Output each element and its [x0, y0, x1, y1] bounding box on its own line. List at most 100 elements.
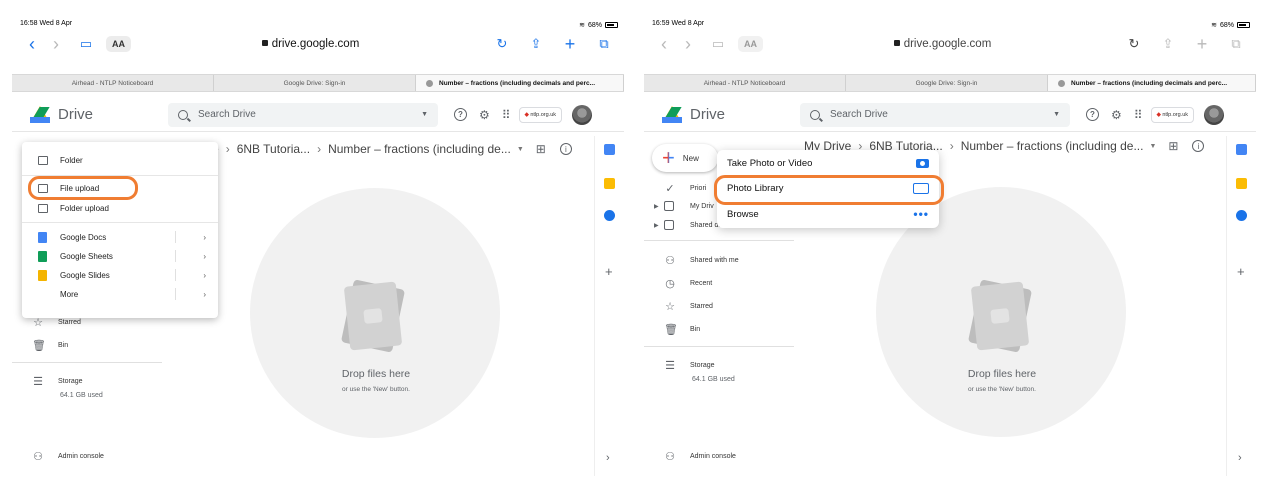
search-options-icon[interactable]: ▼: [421, 111, 428, 118]
forward-icon[interactable]: ›: [676, 34, 700, 54]
search-input[interactable]: Search Drive ▼: [800, 102, 1070, 127]
menu-item-google-sheets[interactable]: Google Sheets ›: [38, 248, 206, 264]
info-icon[interactable]: i: [559, 143, 572, 155]
apps-grid-icon[interactable]: ⠿: [502, 108, 511, 122]
chevron-right-icon: ›: [203, 251, 206, 261]
calendar-icon[interactable]: [1236, 144, 1247, 155]
menu-item-folder[interactable]: Folder: [38, 152, 206, 168]
breadcrumb-item[interactable]: 6NB Tutoria...: [237, 142, 310, 156]
reader-aa-button[interactable]: AA: [738, 36, 763, 52]
priority-check-icon: ✓: [665, 182, 675, 195]
search-options-icon[interactable]: ▼: [1053, 111, 1060, 118]
reload-icon[interactable]: ↻: [490, 34, 514, 54]
address-bar[interactable]: drive.google.com: [131, 38, 490, 50]
chevron-right-icon: ›: [203, 270, 206, 280]
new-tab-icon[interactable]: +: [558, 34, 582, 54]
help-icon[interactable]: ?: [1086, 108, 1099, 121]
keep-icon[interactable]: [604, 178, 615, 189]
reader-aa-button[interactable]: AA: [106, 36, 131, 52]
tab-number-fractions[interactable]: Number – fractions (including decimals a…: [1048, 75, 1256, 91]
apps-grid-icon[interactable]: ⠿: [1134, 108, 1143, 122]
nav-bin[interactable]: 🗑 Bin: [664, 321, 700, 337]
org-badge[interactable]: ◆ ntlp.org.uk: [1150, 106, 1195, 123]
expand-icon[interactable]: ▶: [654, 222, 659, 229]
lock-icon: [893, 40, 900, 46]
browser-tabs: Airhead - NTLP Noticeboard Google Drive:…: [644, 74, 1256, 92]
org-badge[interactable]: ◆ ntlp.org.uk: [518, 106, 563, 123]
close-tab-icon[interactable]: [426, 79, 433, 87]
storage-icon: ☰: [33, 375, 43, 388]
tabs-icon[interactable]: ⧉: [592, 34, 616, 54]
tasks-icon[interactable]: [1236, 210, 1247, 221]
wifi-icon: ≋: [1211, 22, 1217, 29]
highlight-ring: [714, 175, 944, 205]
nav-storage[interactable]: ☰ Storage: [32, 373, 82, 389]
nav-admin-console[interactable]: ⚇ Admin console: [664, 448, 736, 464]
back-icon[interactable]: ‹: [652, 34, 676, 54]
bin-icon: 🗑: [32, 339, 46, 352]
app-name: Drive: [58, 106, 94, 123]
back-icon[interactable]: ‹: [20, 34, 44, 54]
camera-icon: [916, 158, 929, 168]
folder-upload-icon: [38, 203, 48, 213]
tab-drive-signin[interactable]: Google Drive: Sign-in: [846, 75, 1048, 91]
bin-icon: 🗑: [664, 323, 678, 336]
tab-airhead[interactable]: Airhead - NTLP Noticeboard: [12, 75, 214, 91]
avatar[interactable]: [1204, 104, 1225, 125]
option-browse[interactable]: Browse •••: [727, 205, 929, 223]
calendar-icon[interactable]: [604, 144, 615, 155]
keep-icon[interactable]: [1236, 178, 1247, 189]
address-bar[interactable]: drive.google.com: [763, 38, 1122, 50]
breadcrumb-current[interactable]: Number – fractions (including de...: [961, 139, 1144, 153]
tasks-icon[interactable]: [604, 210, 615, 221]
settings-gear-icon[interactable]: ⚙: [1111, 108, 1122, 122]
more-dots-icon: •••: [913, 207, 929, 221]
nav-storage[interactable]: ☰ Storage: [664, 357, 714, 373]
add-addon-icon[interactable]: +: [1237, 264, 1245, 279]
help-icon[interactable]: ?: [454, 108, 467, 121]
info-icon[interactable]: i: [1192, 140, 1205, 152]
nav-bin[interactable]: 🗑 Bin: [32, 337, 68, 353]
nav-admin-console[interactable]: ⚇ Admin console: [32, 448, 104, 464]
expand-icon[interactable]: ▶: [654, 203, 659, 210]
reload-icon[interactable]: ↻: [1122, 34, 1146, 54]
option-take-photo[interactable]: Take Photo or Video: [727, 154, 929, 172]
storage-used: 64.1 GB used: [60, 392, 103, 399]
avatar[interactable]: [572, 104, 593, 125]
chevron-down-icon[interactable]: ▼: [517, 146, 524, 153]
share-icon[interactable]: ⇪: [1156, 34, 1180, 54]
chevron-right-icon[interactable]: ›: [1238, 452, 1242, 464]
chevron-down-icon[interactable]: ▼: [1149, 143, 1156, 150]
star-icon: ☆: [665, 300, 675, 313]
tab-airhead[interactable]: Airhead - NTLP Noticeboard: [644, 75, 846, 91]
nav-recent[interactable]: ◷ Recent: [664, 275, 712, 291]
bookmarks-icon[interactable]: ▭: [74, 34, 98, 54]
search-input[interactable]: Search Drive ▼: [168, 102, 438, 127]
nav-starred[interactable]: ☆ Starred: [664, 298, 713, 314]
add-addon-icon[interactable]: +: [605, 264, 613, 279]
grid-view-icon[interactable]: ⊞: [536, 142, 546, 156]
forward-icon[interactable]: ›: [44, 34, 68, 54]
new-button[interactable]: + New: [652, 144, 718, 172]
status-bar: 16:59 Wed 8 Apr ≋ 68%: [644, 16, 1256, 30]
menu-item-google-slides[interactable]: Google Slides ›: [38, 267, 206, 283]
menu-item-google-docs[interactable]: Google Docs ›: [38, 229, 206, 245]
nav-priority[interactable]: ✓ Priori: [664, 180, 706, 196]
settings-gear-icon[interactable]: ⚙: [479, 108, 490, 122]
new-tab-icon[interactable]: +: [1190, 34, 1214, 54]
tab-drive-signin[interactable]: Google Drive: Sign-in: [214, 75, 416, 91]
menu-item-folder-upload[interactable]: Folder upload: [38, 200, 206, 216]
grid-view-icon[interactable]: ⊞: [1168, 139, 1178, 153]
share-icon[interactable]: ⇪: [524, 34, 548, 54]
tab-number-fractions[interactable]: Number – fractions (including decimals a…: [416, 75, 624, 91]
bookmarks-icon[interactable]: ▭: [706, 34, 730, 54]
tabs-icon[interactable]: ⧉: [1224, 34, 1248, 54]
menu-item-more[interactable]: More ›: [38, 286, 206, 302]
nav-shared-with-me[interactable]: ⚇ Shared with me: [664, 252, 739, 268]
lock-icon: [261, 40, 268, 46]
new-menu: Folder File upload Folder upload Google …: [22, 142, 218, 318]
chevron-right-icon[interactable]: ›: [606, 452, 610, 464]
breadcrumb-current[interactable]: Number – fractions (including de...: [328, 142, 511, 156]
nav-my-drive[interactable]: ▶ My Driv: [654, 198, 714, 214]
close-tab-icon[interactable]: [1058, 79, 1065, 87]
